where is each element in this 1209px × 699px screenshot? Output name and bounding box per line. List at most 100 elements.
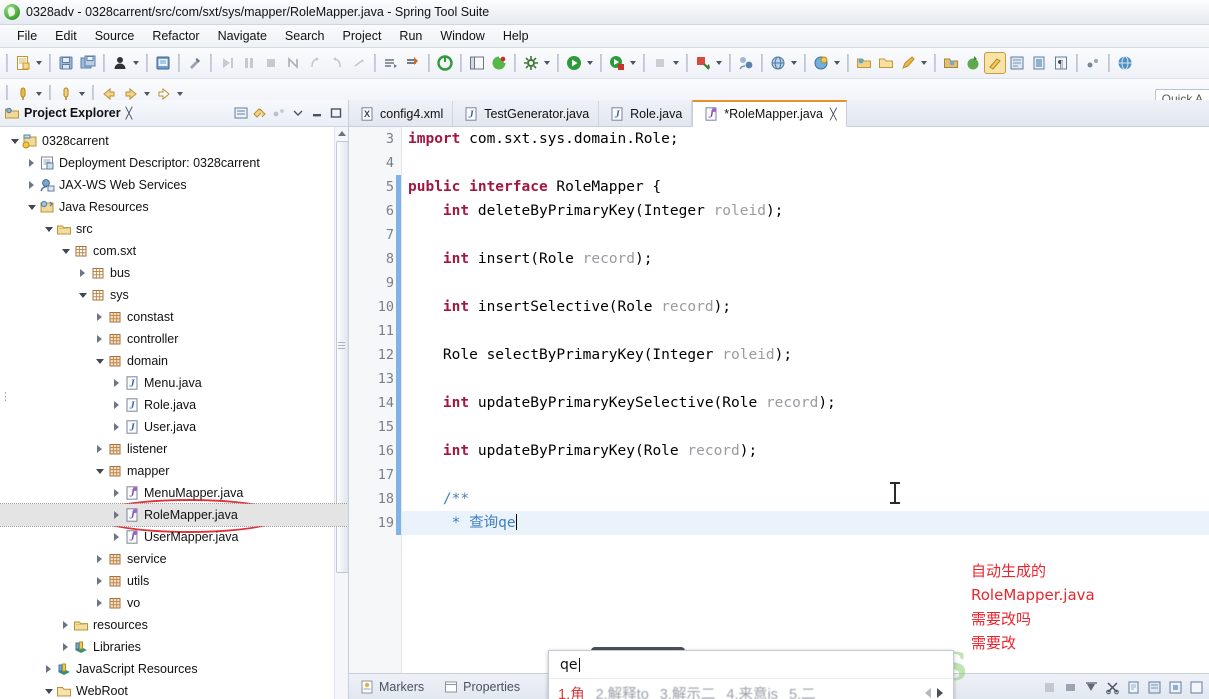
debug-run-dropdown-arrow[interactable] (628, 53, 637, 73)
twisty-expanded-icon[interactable] (25, 196, 38, 218)
code-line-4[interactable] (402, 151, 1209, 175)
menu-navigate[interactable]: Navigate (209, 27, 276, 45)
search-dropdown-arrow[interactable] (789, 53, 798, 73)
code-line-11[interactable] (402, 319, 1209, 343)
twisty-expanded-icon[interactable] (8, 130, 21, 152)
editor-tab-role-java[interactable]: J Role.java (599, 101, 693, 126)
code-editor[interactable]: 3 4 5 6 7 8 9 10 11 12 13 14 15 16 17 18 19 import com.s… (349, 127, 1209, 684)
spring-icon[interactable] (963, 53, 983, 73)
code-line-12[interactable]: Role selectByPrimaryKey(Integer roleid); (402, 343, 1209, 367)
code-line-16[interactable]: int updateByPrimaryKey(Role record); (402, 439, 1209, 463)
ime-candidate-window[interactable]: qe 1.角 2.解释to 3.解示二 4.来意is 5.二 (548, 650, 954, 699)
menu-search[interactable]: Search (276, 27, 334, 45)
code-line-18[interactable]: /** (402, 487, 1209, 511)
tree-item-com-sxt[interactable]: com.sxt (0, 240, 348, 262)
twisty-collapsed-icon[interactable] (93, 548, 106, 570)
paragraph-icon[interactable]: ¶ (1051, 53, 1071, 73)
tree-item-rolemapper-java[interactable]: J RoleMapper.java (0, 503, 348, 527)
stop-dropdown-arrow[interactable] (671, 53, 680, 73)
next-marker-dropdown-arrow[interactable] (832, 53, 841, 73)
next-marker-icon[interactable] (811, 53, 831, 73)
twisty-expanded-icon[interactable] (42, 680, 55, 699)
menu-edit[interactable]: Edit (46, 27, 86, 45)
twisty-expanded-icon[interactable] (76, 284, 89, 306)
editor-tab-rolemapper-java[interactable]: J *RoleMapper.java ╳ (692, 100, 847, 127)
open-resource-icon[interactable] (854, 53, 874, 73)
annotation-dropdown-arrow[interactable] (919, 53, 928, 73)
menu-run[interactable]: Run (390, 27, 431, 45)
twisty-expanded-icon[interactable] (93, 350, 106, 372)
ime-input-field[interactable]: qe (549, 651, 953, 679)
code-line-19[interactable]: * 查询qe (402, 511, 1209, 535)
tree-item-menumapper-java[interactable]: J MenuMapper.java (0, 482, 348, 504)
twisty-collapsed-icon[interactable] (110, 416, 123, 438)
tree-item-role-java[interactable]: J Role.java (0, 394, 348, 416)
new-annotation-icon[interactable] (898, 53, 918, 73)
project-tree[interactable]: 0328carrent Deployment Descriptor: 0328ca… (0, 127, 348, 699)
profile-dropdown-arrow[interactable] (714, 53, 723, 73)
tree-item-constast[interactable]: constast (0, 306, 348, 328)
validate-icon[interactable] (489, 53, 509, 73)
build-dropdown-arrow[interactable] (542, 53, 551, 73)
view-menu-icon[interactable] (270, 105, 287, 122)
open-folder-icon[interactable] (876, 53, 896, 73)
twisty-expanded-icon[interactable] (93, 460, 106, 482)
tree-item-0328carrent[interactable]: 0328carrent (0, 130, 348, 152)
scroll-lock-icon[interactable] (1166, 678, 1184, 696)
code-line-6[interactable]: int deleteByPrimaryKey(Integer roleid); (402, 199, 1209, 223)
code-line-8[interactable]: int insert(Role record); (402, 247, 1209, 271)
save-all-icon[interactable] (78, 53, 98, 73)
tree-item-user-java[interactable]: J User.java (0, 416, 348, 438)
minimize-icon[interactable] (308, 105, 325, 122)
debug-run-icon[interactable] (607, 53, 627, 73)
tree-item-utils[interactable]: utils (0, 570, 348, 592)
remove-all-icon[interactable] (1082, 678, 1100, 696)
code-line-9[interactable] (402, 271, 1209, 295)
scissors-icon[interactable] (1103, 678, 1121, 696)
profile-icon[interactable] (693, 53, 713, 73)
menu-project[interactable]: Project (334, 27, 391, 45)
terminate-icon[interactable] (1040, 678, 1058, 696)
bottom-tab-markers[interactable]: Markers (349, 675, 433, 699)
code-line-17[interactable] (402, 463, 1209, 487)
tree-item-menu-java[interactable]: J Menu.java (0, 372, 348, 394)
code-line-5[interactable]: public interface RoleMapper { (402, 175, 1209, 199)
stop-icon[interactable] (650, 53, 670, 73)
team-sync-icon[interactable] (736, 53, 756, 73)
tree-item-usermapper-java[interactable]: J UserMapper.java (0, 526, 348, 548)
tree-item-domain[interactable]: domain (0, 350, 348, 372)
twisty-collapsed-icon[interactable] (93, 592, 106, 614)
ime-candidate-1[interactable]: 1.角 (558, 683, 585, 699)
forward-history-icon[interactable] (381, 53, 401, 73)
menu-source[interactable]: Source (86, 27, 144, 45)
tree-item-listener[interactable]: listener (0, 438, 348, 460)
code-line-13[interactable] (402, 367, 1209, 391)
tree-item-resources[interactable]: resources (0, 614, 348, 636)
tree-item-service[interactable]: service (0, 548, 348, 570)
search-globe-icon[interactable] (768, 53, 788, 73)
twisty-collapsed-icon[interactable] (25, 152, 38, 174)
run-dropdown-arrow[interactable] (585, 53, 594, 73)
chevron-down-icon[interactable] (289, 105, 306, 122)
twisty-collapsed-icon[interactable] (42, 658, 55, 680)
tree-item-libraries[interactable]: Libraries (0, 636, 348, 658)
open-editor-icon[interactable] (1007, 53, 1027, 73)
twisty-collapsed-icon[interactable] (110, 526, 123, 548)
twisty-collapsed-icon[interactable] (76, 262, 89, 284)
word-wrap-icon[interactable] (1145, 678, 1163, 696)
code-line-14[interactable]: int updateByPrimaryKeySelective(Role rec… (402, 391, 1209, 415)
tree-item-deployment-descriptor-0328carrent[interactable]: Deployment Descriptor: 0328carrent (0, 152, 348, 174)
ime-prev-page-icon[interactable] (925, 688, 931, 698)
twisty-collapsed-icon[interactable] (59, 636, 72, 658)
build-icon[interactable] (521, 53, 541, 73)
tree-item-vo[interactable]: vo (0, 592, 348, 614)
tree-item-javascript-resources[interactable]: JavaScript Resources (0, 658, 348, 680)
paste-icon[interactable] (1124, 678, 1142, 696)
debug-person-icon[interactable] (110, 53, 130, 73)
ime-candidate-4[interactable]: 4.来意is (726, 683, 778, 699)
collapse-all-icon[interactable] (232, 105, 249, 122)
next-annotation-icon[interactable] (283, 53, 303, 73)
view-resize-handle[interactable]: ⋮ (0, 390, 11, 416)
ime-candidate-list[interactable]: 1.角 2.解释to 3.解示二 4.来意is 5.二 (549, 679, 953, 699)
tree-item-src[interactable]: src (0, 218, 348, 240)
